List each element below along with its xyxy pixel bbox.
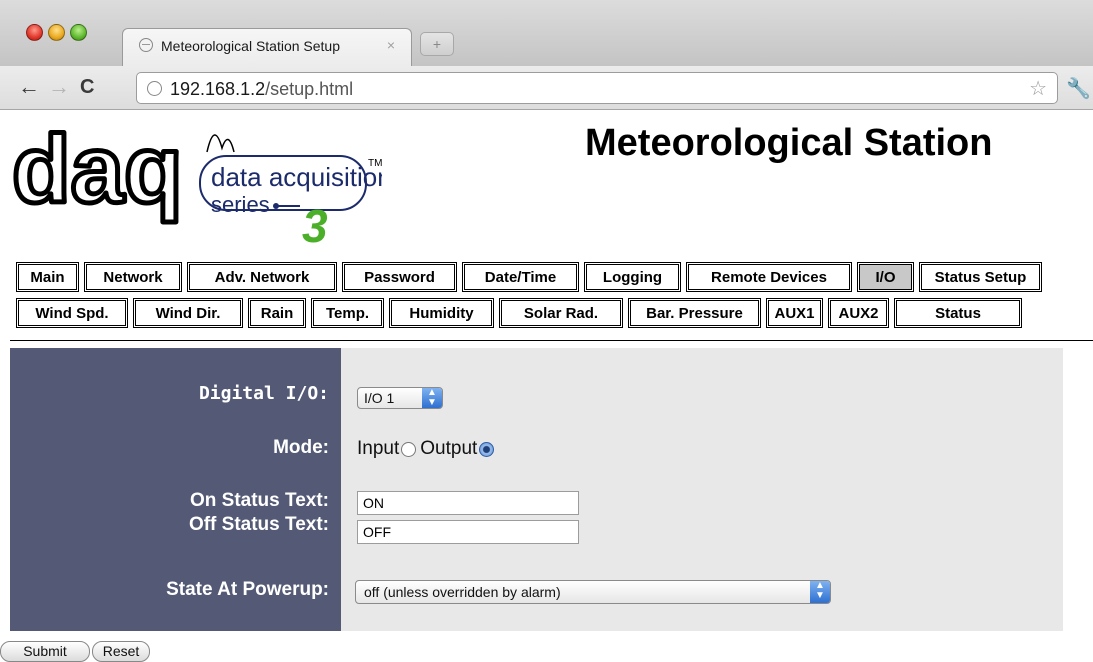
- nav-main[interactable]: Main: [16, 262, 79, 292]
- digital-io-value: I/O 1: [364, 390, 395, 406]
- daq-logo: daq data acquisition series TM 3: [12, 130, 382, 250]
- form-field-panel: I/O 1 ▲▼ Input Output off (unless overri…: [341, 348, 1063, 631]
- off-status-input[interactable]: [357, 520, 579, 544]
- nav-io[interactable]: I/O: [857, 262, 914, 292]
- nav-aux1[interactable]: AUX1: [766, 298, 823, 328]
- globe-icon: [139, 38, 153, 52]
- browser-tab[interactable]: Meteorological Station Setup ×: [122, 28, 412, 66]
- powerup-value: off (unless overridden by alarm): [364, 584, 561, 600]
- nav-logging[interactable]: Logging: [584, 262, 681, 292]
- tab-title: Meteorological Station Setup: [161, 38, 340, 54]
- window-titlebar: Meteorological Station Setup × +: [0, 0, 1093, 66]
- nav-remote-devices[interactable]: Remote Devices: [686, 262, 852, 292]
- logo-line2: series: [211, 192, 270, 217]
- browser-toolbar: ← → C 192.168.1.2/setup.html ☆ 🔧: [0, 66, 1093, 110]
- nav-wind-direction[interactable]: Wind Dir.: [133, 298, 243, 328]
- forward-arrow-icon[interactable]: →: [48, 74, 70, 100]
- nav-aux2[interactable]: AUX2: [828, 298, 889, 328]
- nav-temp[interactable]: Temp.: [311, 298, 384, 328]
- nav-row-secondary: Wind Spd. Wind Dir. Rain Temp. Humidity …: [16, 298, 1027, 328]
- wrench-icon[interactable]: 🔧: [1066, 76, 1091, 101]
- url-text[interactable]: 192.168.1.2/setup.html: [170, 79, 353, 100]
- logo-line1: data acquisition: [211, 162, 382, 192]
- on-status-label: On Status Text:: [190, 490, 329, 511]
- nav-wind-speed[interactable]: Wind Spd.: [16, 298, 128, 328]
- mode-output-radio[interactable]: [479, 441, 495, 457]
- divider: [10, 340, 1093, 341]
- powerup-label: State At Powerup:: [166, 579, 329, 600]
- mode-output-label: Output: [420, 438, 478, 459]
- nav-network[interactable]: Network: [84, 262, 182, 292]
- digital-io-select[interactable]: I/O 1 ▲ ▼: [357, 387, 443, 409]
- url-host: 192.168.1.2: [170, 79, 266, 99]
- page-title: Meteorological Station: [585, 122, 993, 164]
- star-icon[interactable]: ☆: [1029, 76, 1047, 101]
- on-status-input[interactable]: [357, 491, 579, 515]
- nav-status-setup[interactable]: Status Setup: [919, 262, 1042, 292]
- updown-arrow-icon: ▲ ▼: [422, 388, 442, 408]
- reset-button[interactable]: Reset: [92, 641, 150, 662]
- off-status-label: Off Status Text:: [188, 514, 329, 535]
- mode-input-label: Input: [357, 438, 400, 459]
- logo-tm: TM: [368, 158, 382, 169]
- digital-io-label: Digital I/O:: [198, 383, 329, 404]
- nav-date-time[interactable]: Date/Time: [462, 262, 579, 292]
- nav-humidity[interactable]: Humidity: [389, 298, 494, 328]
- nav-password[interactable]: Password: [342, 262, 457, 292]
- logo-numeral: 3: [302, 200, 328, 250]
- mode-input-radio[interactable]: [401, 441, 417, 457]
- updown-arrow-icon: ▲ ▼: [810, 581, 830, 603]
- reload-icon[interactable]: C: [80, 74, 94, 100]
- logo-daq-text: daq: [12, 130, 183, 223]
- close-window-button[interactable]: [26, 24, 43, 41]
- powerup-select[interactable]: off (unless overridden by alarm) ▲ ▼: [355, 580, 831, 604]
- nav-bar-pressure[interactable]: Bar. Pressure: [628, 298, 761, 328]
- back-arrow-icon[interactable]: ←: [18, 74, 40, 100]
- url-path: /setup.html: [265, 79, 354, 99]
- mode-radio-group: Input Output: [357, 438, 498, 460]
- mode-label: Mode:: [273, 437, 329, 458]
- nav-rain[interactable]: Rain: [248, 298, 306, 328]
- zoom-window-button[interactable]: [70, 24, 87, 41]
- nav-adv-network[interactable]: Adv. Network: [187, 262, 337, 292]
- form-label-panel: Digital I/O: Mode: On Status Text: Off S…: [10, 348, 341, 631]
- address-bar[interactable]: 192.168.1.2/setup.html ☆: [136, 72, 1058, 104]
- submit-button[interactable]: Submit: [0, 641, 90, 662]
- new-tab-button[interactable]: +: [420, 32, 454, 56]
- nav-row-primary: Main Network Adv. Network Password Date/…: [16, 262, 1047, 292]
- minimize-window-button[interactable]: [48, 24, 65, 41]
- globe-icon: [147, 81, 162, 96]
- nav-status[interactable]: Status: [894, 298, 1022, 328]
- nav-solar-rad[interactable]: Solar Rad.: [499, 298, 623, 328]
- tab-close-icon[interactable]: ×: [387, 37, 395, 53]
